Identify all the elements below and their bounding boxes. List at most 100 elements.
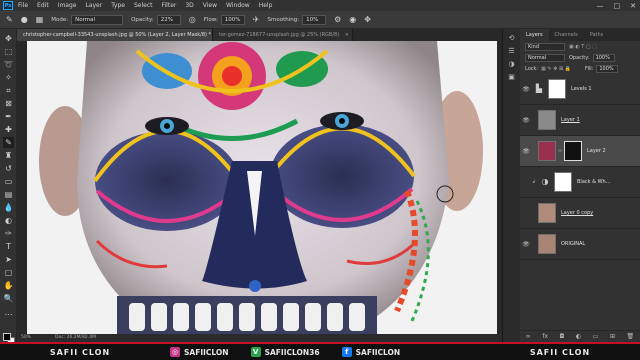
quick-select-tool-icon[interactable]: ✧ [3,72,14,83]
mode-label: Mode: [51,16,69,23]
opacity-field[interactable]: 22% [156,14,181,25]
lasso-tool-icon[interactable]: ➰ [3,59,14,70]
gradient-tool-icon[interactable]: ▤ [3,189,14,200]
hand-tool-icon[interactable]: ✋ [3,280,14,291]
frame-tool-icon[interactable]: ⊠ [3,98,14,109]
blur-tool-icon[interactable]: 💧 [3,202,14,213]
lock-icons[interactable]: ▦ ✎ ✥ ⊠ 🔒 [541,66,571,72]
layer-thumbnail[interactable] [538,203,556,223]
layer-row-levels-1[interactable]: 👁 ▙ Levels 1 [520,74,640,105]
adjustments-icon[interactable]: ◑ [503,60,520,68]
close-icon[interactable]: ✕ [630,2,636,10]
pressure-size-icon[interactable]: ◉ [349,15,356,24]
eye-icon[interactable]: 👁 [520,148,532,155]
menu-bar: Ps File Edit Image Layer Type Select Fil… [0,0,640,11]
history-brush-tool-icon[interactable]: ↺ [3,163,14,174]
layer-thumbnail[interactable] [538,141,556,161]
menu-help[interactable]: Help [259,0,273,11]
facebook-icon: f [341,347,352,357]
layer-row-layer-1[interactable]: 👁 Layer 1 [520,105,640,136]
brush-tool-icon[interactable]: ✎ [6,15,13,24]
mode-select[interactable]: Normal [71,14,124,25]
add-mask-icon[interactable]: ◘ [560,333,565,340]
clone-stamp-tool-icon[interactable]: ♜ [3,150,14,161]
filter-icons[interactable]: ▣ ◐ T ▢ ⬚ [569,44,597,50]
layers-panel: Layers Channels Paths Kind ▣ ◐ T ▢ ⬚ Nor… [520,29,640,342]
document-size[interactable]: Doc: 26.2M/82.4M [55,334,96,342]
layer-row-original[interactable]: 👁 ORIGINAL [520,229,640,260]
adjustment-layer-icon[interactable]: ◐ [576,333,581,340]
eye-icon[interactable]: 👁 [520,86,532,93]
layer-name: Black & Wh... [577,179,611,185]
options-bar: ✎ ● ▦ Mode: Normal Opacity: 22% ◎ Flow: … [0,11,640,29]
trash-icon[interactable]: 🗑 [627,333,635,340]
minimize-icon[interactable]: — [597,2,604,10]
layer-thumbnail[interactable] [538,110,556,130]
dodge-tool-icon[interactable]: ◐ [3,215,14,226]
brush-settings-icon[interactable]: ▦ [36,15,44,24]
kind-filter-select[interactable]: Kind [525,42,565,51]
properties-icon[interactable]: ☰ [503,47,520,55]
menu-3d[interactable]: 3D [185,0,193,11]
photoshop-logo-icon: Ps [3,1,13,10]
menu-filter[interactable]: Filter [162,0,177,11]
layer-row-layer-0-copy[interactable]: Layer 0 copy [520,198,640,229]
layer-row-layer-2[interactable]: 👁 ∞ Layer 2 [520,136,640,167]
more-tools-icon[interactable]: ⋯ [3,309,14,320]
tab-christopher-campbell[interactable]: christopher-campbell-33543-unsplash.jpg … [17,29,213,41]
libraries-icon[interactable]: ▣ [503,73,520,81]
tab-ter-gomez[interactable]: ter-gomez-718677-unsplash.jpg @ 25% (RGB… [213,29,353,41]
airbrush-icon[interactable]: ✈ [253,15,260,24]
tab-layers[interactable]: Layers [520,29,549,41]
tab-paths[interactable]: Paths [584,29,610,41]
menu-edit[interactable]: Edit [37,0,49,11]
pressure-opacity-icon[interactable]: ◎ [189,15,196,24]
zoom-tool-icon[interactable]: 🔍 [3,293,14,304]
menu-file[interactable]: File [18,0,28,11]
menu-view[interactable]: View [203,0,217,11]
menu-window[interactable]: Window [226,0,250,11]
symmetry-icon[interactable]: ✥ [364,15,371,24]
smoothing-field[interactable]: 10% [302,14,327,25]
zoom-level[interactable]: 50% [21,334,31,342]
fx-icon[interactable]: fx [542,333,548,340]
maximize-icon[interactable]: □ [614,2,621,10]
layer-row-black-white[interactable]: ↲ ◑ Black & Wh... [520,167,640,198]
brush-tool-icon[interactable]: ✎ [3,137,14,148]
marquee-tool-icon[interactable]: ⬚ [3,46,14,57]
gear-icon[interactable]: ⚙ [334,15,341,24]
crop-tool-icon[interactable]: ⌗ [3,85,14,96]
menu-select[interactable]: Select [134,0,153,11]
history-icon[interactable]: ⟲ [503,34,520,42]
fill-field[interactable]: 100% [596,64,619,73]
tab-channels[interactable]: Channels [549,29,584,41]
healing-brush-tool-icon[interactable]: ✚ [3,124,14,135]
blend-mode-select[interactable]: Normal [525,53,565,62]
layer-mask-thumbnail[interactable] [564,141,582,161]
close-tab-icon[interactable]: × [345,32,349,38]
menu-layer[interactable]: Layer [85,0,102,11]
flow-field[interactable]: 100% [220,14,245,25]
eyedropper-tool-icon[interactable]: ✒ [3,111,14,122]
menu-type[interactable]: Type [111,0,125,11]
eraser-tool-icon[interactable]: ▭ [3,176,14,187]
pen-tool-icon[interactable]: ✑ [3,228,14,239]
foreground-color-swatch[interactable] [3,333,11,341]
menu-image[interactable]: Image [58,0,77,11]
group-icon[interactable]: ▭ [593,333,599,340]
path-select-tool-icon[interactable]: ➤ [3,254,14,265]
document-canvas[interactable] [17,41,502,334]
type-tool-icon[interactable]: T [3,241,14,252]
brush-preset-icon[interactable]: ● [21,15,28,24]
layer-thumbnail[interactable] [538,234,556,254]
layer-mask-thumbnail[interactable] [554,172,572,192]
layer-mask-thumbnail[interactable] [548,79,566,99]
move-tool-icon[interactable]: ✥ [3,33,14,44]
shape-tool-icon[interactable]: ▢ [3,267,14,278]
link-layers-icon[interactable]: ∞ [526,333,531,340]
eye-icon[interactable]: 👁 [520,241,532,248]
eye-icon[interactable]: 👁 [520,117,532,124]
layer-opacity-field[interactable]: 100% [592,53,615,62]
layer-name: Layer 0 copy [561,210,594,216]
new-layer-icon[interactable]: ⊞ [610,333,615,340]
